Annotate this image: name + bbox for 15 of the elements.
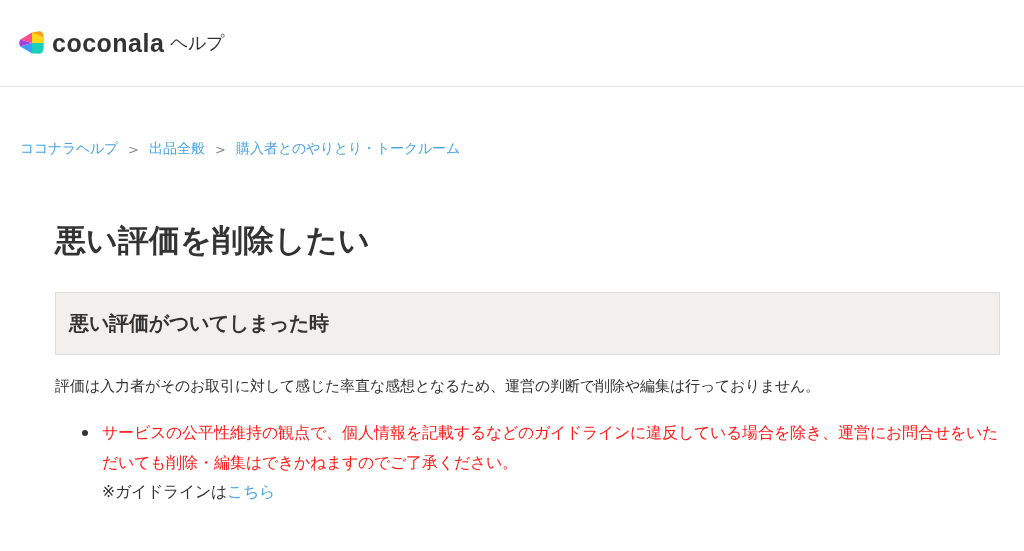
logo-icon[interactable] [18, 29, 46, 57]
page-title: 悪い評価を削除したい [55, 221, 371, 260]
breadcrumb-link[interactable]: ココナラヘルプ [20, 140, 118, 158]
logo-suffix: ヘルプ [170, 31, 225, 55]
breadcrumb-separator: > [128, 141, 139, 157]
section-heading: 悪い評価がついてしまった時 [55, 292, 1000, 356]
breadcrumb-link[interactable]: 購入者とのやりとり・トークルーム [235, 140, 460, 158]
guideline-note: ※ガイドラインはこちら [102, 482, 276, 504]
bullet-icon [82, 430, 88, 437]
intro-text: 評価は入力者がそのお取引に対して感じた率直な感想となるため、運営の判断で削除や編集は行っておりません。 [55, 377, 821, 397]
breadcrumb-separator: > [214, 141, 226, 157]
warning-text: サービスの公平性維持の観点で、個人情報を記載するなどのガイドラインに違反している場合を除き、運営にお問合せをいただいても削除・編集はできかねますのでご了承ください。 [102, 423, 999, 475]
logo-text[interactable]: coconala [52, 28, 165, 58]
guideline-link[interactable]: こちら [227, 483, 275, 502]
breadcrumb-link[interactable]: 出品全般 [148, 140, 205, 158]
